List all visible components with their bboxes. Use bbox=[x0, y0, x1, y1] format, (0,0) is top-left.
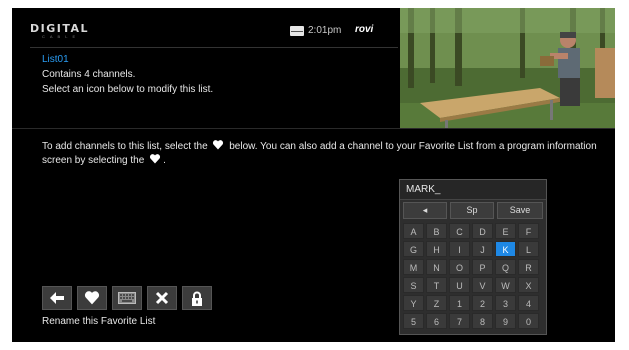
keyboard-key[interactable]: J bbox=[472, 241, 493, 257]
backspace-key[interactable]: ◂ bbox=[403, 202, 447, 219]
keyboard-key[interactable]: C bbox=[449, 223, 470, 239]
tv-screen: DIGITAL CABLE 2:01pm rovi List01 Contain… bbox=[12, 8, 615, 342]
action-caption: Rename this Favorite List bbox=[42, 316, 156, 327]
keyboard-key[interactable]: 0 bbox=[518, 313, 539, 329]
digital-cable-logo: DIGITAL CABLE bbox=[30, 22, 90, 39]
lock-list-button[interactable] bbox=[182, 286, 212, 310]
keyboard-key[interactable]: 6 bbox=[426, 313, 447, 329]
keyboard-key[interactable]: 3 bbox=[495, 295, 516, 311]
video-preview bbox=[400, 8, 615, 128]
list-hint: Select an icon below to modify this list… bbox=[42, 84, 214, 95]
mail-icon bbox=[290, 26, 304, 36]
keyboard-key[interactable]: P bbox=[472, 259, 493, 275]
on-screen-keyboard: MARK_ ◂ Sp Save ABCDEF GHIJKL MNOPQR STUVWX… bbox=[399, 179, 547, 335]
keyboard-key[interactable]: B bbox=[426, 223, 447, 239]
keyboard-key[interactable]: T bbox=[426, 277, 447, 293]
keyboard-key[interactable]: Y bbox=[403, 295, 424, 311]
heart-icon bbox=[213, 140, 224, 150]
keyboard-key[interactable]: O bbox=[449, 259, 470, 275]
lock-icon bbox=[192, 291, 202, 306]
keyboard-key[interactable]: L bbox=[518, 241, 539, 257]
keyboard-key[interactable]: X bbox=[518, 277, 539, 293]
space-key[interactable]: Sp bbox=[450, 202, 494, 219]
save-key[interactable]: Save bbox=[497, 202, 543, 219]
keyboard-key[interactable]: K bbox=[495, 241, 516, 257]
keyboard-key[interactable]: I bbox=[449, 241, 470, 257]
keyboard-function-row: ◂ Sp Save bbox=[403, 202, 543, 219]
section-divider bbox=[12, 128, 615, 129]
heart-icon bbox=[84, 291, 100, 305]
keyboard-key[interactable]: 7 bbox=[449, 313, 470, 329]
keyboard-key[interactable]: F bbox=[518, 223, 539, 239]
list-name: List01 bbox=[42, 54, 69, 65]
keyboard-key[interactable]: G bbox=[403, 241, 424, 257]
keyboard-icon bbox=[118, 292, 136, 304]
keyboard-key[interactable]: U bbox=[449, 277, 470, 293]
keyboard-key[interactable]: 1 bbox=[449, 295, 470, 311]
clock: 2:01pm bbox=[308, 25, 342, 36]
close-icon bbox=[155, 291, 169, 305]
keyboard-key[interactable]: 8 bbox=[472, 313, 493, 329]
keyboard-key[interactable]: D bbox=[472, 223, 493, 239]
keyboard-key[interactable]: 4 bbox=[518, 295, 539, 311]
name-input[interactable]: MARK_ bbox=[400, 180, 546, 200]
keyboard-key[interactable]: 9 bbox=[495, 313, 516, 329]
keyboard-key[interactable]: N bbox=[426, 259, 447, 275]
back-arrow-icon bbox=[50, 292, 64, 304]
instructions-text: To add channels to this list, select the… bbox=[42, 140, 597, 166]
rename-button[interactable] bbox=[112, 286, 142, 310]
keyboard-key[interactable]: Z bbox=[426, 295, 447, 311]
keyboard-key[interactable]: W bbox=[495, 277, 516, 293]
keyboard-key[interactable]: 2 bbox=[472, 295, 493, 311]
keyboard-key[interactable]: R bbox=[518, 259, 539, 275]
back-button[interactable] bbox=[42, 286, 72, 310]
heart-icon bbox=[150, 154, 161, 164]
keyboard-key[interactable]: 5 bbox=[403, 313, 424, 329]
delete-list-button[interactable] bbox=[147, 286, 177, 310]
keyboard-key[interactable]: Q bbox=[495, 259, 516, 275]
channel-count: Contains 4 channels. bbox=[42, 69, 136, 80]
keyboard-key[interactable]: A bbox=[403, 223, 424, 239]
header-divider bbox=[30, 47, 398, 48]
rovi-logo: rovi bbox=[355, 24, 374, 35]
keyboard-key[interactable]: V bbox=[472, 277, 493, 293]
keyboard-key[interactable]: S bbox=[403, 277, 424, 293]
add-favorite-button[interactable] bbox=[77, 286, 107, 310]
keyboard-key[interactable]: E bbox=[495, 223, 516, 239]
keyboard-key[interactable]: H bbox=[426, 241, 447, 257]
keyboard-key[interactable]: M bbox=[403, 259, 424, 275]
